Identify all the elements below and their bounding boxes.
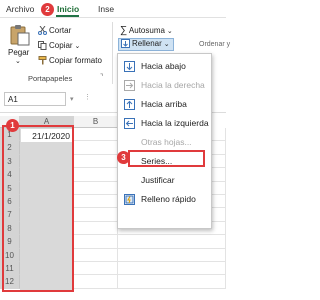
copy-icon [38, 41, 47, 51]
name-box[interactable]: A1 [4, 92, 66, 106]
tab-inicio[interactable]: Inicio [57, 4, 79, 14]
grid-cell[interactable] [74, 235, 118, 249]
autosum-label: Autosuma [128, 26, 165, 35]
menu-item-other-sheets-label: Otras hojas... [141, 137, 192, 147]
name-box-chevron-icon[interactable]: ▾ [70, 95, 74, 103]
paste-button-label[interactable]: Pegar [8, 48, 29, 57]
tab-archivo[interactable]: Archivo [6, 4, 34, 14]
format-painter-button[interactable]: Copiar formato [38, 56, 102, 65]
arrow-up-icon [124, 99, 135, 110]
selection-highlight-frame [2, 125, 74, 292]
tab-insertar[interactable]: Inse [98, 4, 114, 14]
menu-item-justify-label: Justificar [141, 175, 175, 185]
ribbon-group-divider [112, 22, 113, 84]
autosum-chevron-icon: ⌄ [164, 28, 173, 35]
fill-button[interactable]: Rellenar ⌄ [118, 38, 174, 51]
scissors-icon [38, 26, 47, 36]
paste-icon[interactable] [7, 24, 31, 46]
menu-item-justify[interactable]: Justificar [121, 171, 209, 190]
grid-cell[interactable] [118, 262, 226, 276]
grid-cell[interactable] [74, 262, 118, 276]
sort-filter-label[interactable]: Ordenar y [199, 41, 230, 48]
cut-label: Cortar [49, 26, 72, 35]
step-three-marker: 3 [117, 151, 130, 164]
grid-cell[interactable] [118, 235, 226, 249]
grid-cell[interactable] [74, 221, 118, 236]
paste-dropdown-chevron-icon[interactable]: ⌄ [15, 57, 21, 65]
grid-cell[interactable] [118, 248, 226, 262]
arrow-right-icon [124, 80, 135, 91]
grid-cell[interactable] [118, 275, 226, 289]
cut-button[interactable]: Cortar [38, 26, 72, 36]
menu-item-down[interactable]: Hacia abajo [121, 57, 209, 76]
menu-item-flash-fill[interactable]: Relleno rápido [121, 190, 209, 209]
grid-cell[interactable] [74, 168, 118, 182]
arrow-left-icon [124, 118, 135, 129]
series-highlight-frame [128, 150, 205, 167]
menu-item-left-label: Hacia la izquierda [141, 118, 209, 128]
flash-fill-icon [124, 194, 135, 205]
paintbrush-icon [38, 56, 47, 65]
grid-cell[interactable] [74, 208, 118, 222]
active-tab-indicator [56, 15, 79, 17]
formula-bar-dots-icon: ⋮ [84, 94, 91, 101]
step-one-marker: 1 [6, 119, 19, 132]
grid-cell[interactable] [74, 128, 118, 142]
column-header-b[interactable]: B [74, 116, 118, 128]
copy-dropdown-chevron-icon[interactable]: ⌄ [73, 43, 81, 50]
fill-label: Rellenar [132, 39, 162, 48]
fill-chevron-icon: ⌄ [161, 41, 170, 48]
fill-down-icon [121, 39, 130, 49]
grid-cell[interactable] [74, 248, 118, 262]
sigma-icon: ∑ [120, 25, 128, 36]
clipboard-dialog-launcher-icon[interactable]: ⌝ [100, 73, 103, 81]
arrow-down-icon [124, 61, 135, 72]
grid-cell[interactable] [74, 141, 118, 155]
step-two-marker: 2 [41, 3, 54, 16]
menu-item-left[interactable]: Hacia la izquierda [121, 114, 209, 133]
copy-label: Copiar [49, 41, 73, 50]
menu-item-up-label: Hacia arriba [141, 99, 187, 109]
menu-item-down-label: Hacia abajo [141, 61, 186, 71]
grid-cell[interactable] [74, 154, 118, 169]
menu-item-right-label: Hacia la derecha [141, 80, 205, 90]
autosum-button[interactable]: ∑ Autosuma ⌄ [120, 25, 173, 36]
format-painter-label: Copiar formato [49, 56, 102, 65]
menu-item-right: Hacia la derecha [121, 76, 209, 95]
copy-button[interactable]: Copiar ⌄ [38, 41, 81, 51]
grid-cell[interactable] [74, 181, 118, 195]
grid-cell[interactable] [74, 195, 118, 209]
clipboard-group-label: Portapapeles [28, 74, 73, 83]
menu-item-up[interactable]: Hacia arriba [121, 95, 209, 114]
grid-cell[interactable] [74, 275, 118, 289]
menu-item-flash-fill-label: Relleno rápido [141, 194, 196, 204]
